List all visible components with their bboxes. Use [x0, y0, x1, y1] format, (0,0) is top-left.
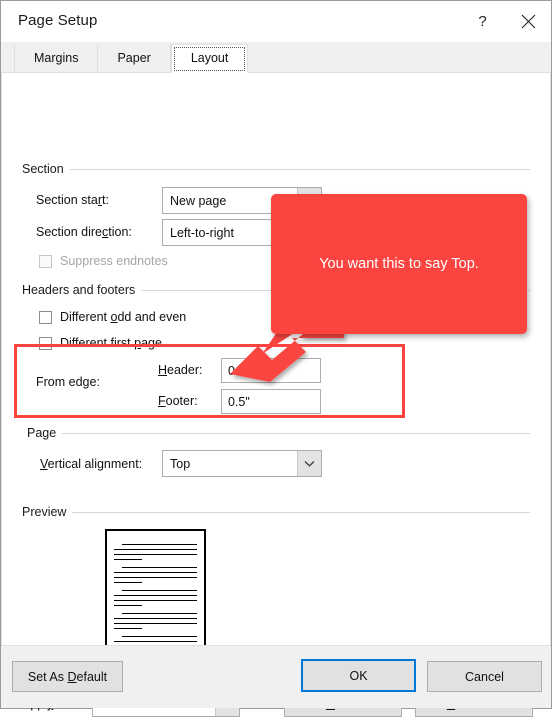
- checkbox-icon[interactable]: [39, 310, 52, 324]
- header-label: Header:: [158, 363, 203, 377]
- set-as-default-button-label: Set As Default: [27, 669, 108, 684]
- tab-margins-label: Margins: [34, 51, 79, 65]
- chevron-down-icon[interactable]: [297, 451, 321, 476]
- page-group-label: Page: [27, 426, 63, 440]
- preview-line: [114, 572, 197, 573]
- annotation-callout-text: You want this to say Top.: [319, 256, 479, 272]
- preview-line: [122, 544, 197, 545]
- preview-line: [114, 559, 142, 560]
- title-bar: Page Setup ?: [1, 1, 551, 42]
- different-odd-even-checkbox-row[interactable]: Different odd and even: [39, 310, 186, 324]
- section-start-label: Section start:: [36, 193, 109, 207]
- suppress-endnotes-checkbox-row[interactable]: Suppress endnotes: [39, 254, 168, 268]
- tab-margins[interactable]: Margins: [14, 44, 99, 72]
- footer-distance-value: 0.5": [228, 394, 250, 409]
- help-button[interactable]: ?: [460, 1, 505, 42]
- preview-line: [114, 641, 197, 642]
- vertical-alignment-value: Top: [170, 456, 191, 471]
- preview-line: [114, 577, 197, 578]
- ok-button-label: OK: [349, 668, 368, 683]
- tab-paper[interactable]: Paper: [98, 44, 171, 72]
- vertical-alignment-combobox[interactable]: Top: [162, 450, 322, 477]
- preview-group-label: Preview: [22, 505, 73, 519]
- vertical-alignment-label: Vertical alignment:: [40, 457, 143, 471]
- tab-strip: Margins Paper Layout: [1, 42, 551, 73]
- close-icon: [521, 14, 536, 29]
- preview-line: [114, 595, 197, 596]
- footer-distance-input[interactable]: 0.5": [221, 389, 321, 414]
- checkbox-icon[interactable]: [39, 336, 52, 350]
- set-as-default-button[interactable]: Set As Default: [12, 661, 123, 692]
- preview-group-rule: [22, 512, 530, 513]
- preview-line: [122, 636, 197, 637]
- preview-line: [114, 628, 142, 629]
- preview-line: [122, 567, 197, 568]
- preview-line: [114, 549, 197, 550]
- preview-line: [114, 582, 142, 583]
- preview-line: [114, 605, 142, 606]
- preview-line: [114, 554, 197, 555]
- annotation-callout: You want this to say Top.: [271, 194, 527, 334]
- footer-label: Footer:: [158, 394, 198, 408]
- page-group-rule: [27, 433, 530, 434]
- different-odd-even-label: Different odd and even: [60, 310, 187, 324]
- section-group-rule: [22, 169, 530, 170]
- ok-button[interactable]: OK: [301, 659, 416, 692]
- cancel-button[interactable]: Cancel: [427, 661, 542, 692]
- checkbox-icon[interactable]: [39, 254, 52, 268]
- section-direction-label: Section direction:: [36, 225, 132, 239]
- from-edge-label: From edge:: [36, 375, 100, 389]
- tab-layout[interactable]: Layout: [170, 44, 249, 73]
- tab-paper-label: Paper: [117, 51, 151, 65]
- dialog-footer: Set As Default OK Cancel: [1, 645, 551, 708]
- different-first-page-checkbox-row[interactable]: Different first page: [39, 336, 162, 350]
- close-button[interactable]: [506, 1, 551, 42]
- cancel-button-label: Cancel: [465, 669, 504, 684]
- different-first-page-label: Different first page: [60, 336, 162, 350]
- preview-line: [114, 623, 197, 624]
- question-mark-icon: ?: [478, 13, 487, 30]
- suppress-endnotes-label: Suppress endnotes: [60, 254, 168, 268]
- page-title: Page Setup: [18, 12, 98, 29]
- preview-line: [114, 618, 197, 619]
- page-preview: [105, 529, 206, 660]
- preview-line: [122, 613, 197, 614]
- section-group-label: Section: [22, 162, 70, 176]
- tab-layout-label: Layout: [190, 51, 229, 65]
- preview-line: [122, 590, 197, 591]
- headers-footers-group-label: Headers and footers: [22, 283, 142, 297]
- preview-line: [114, 600, 197, 601]
